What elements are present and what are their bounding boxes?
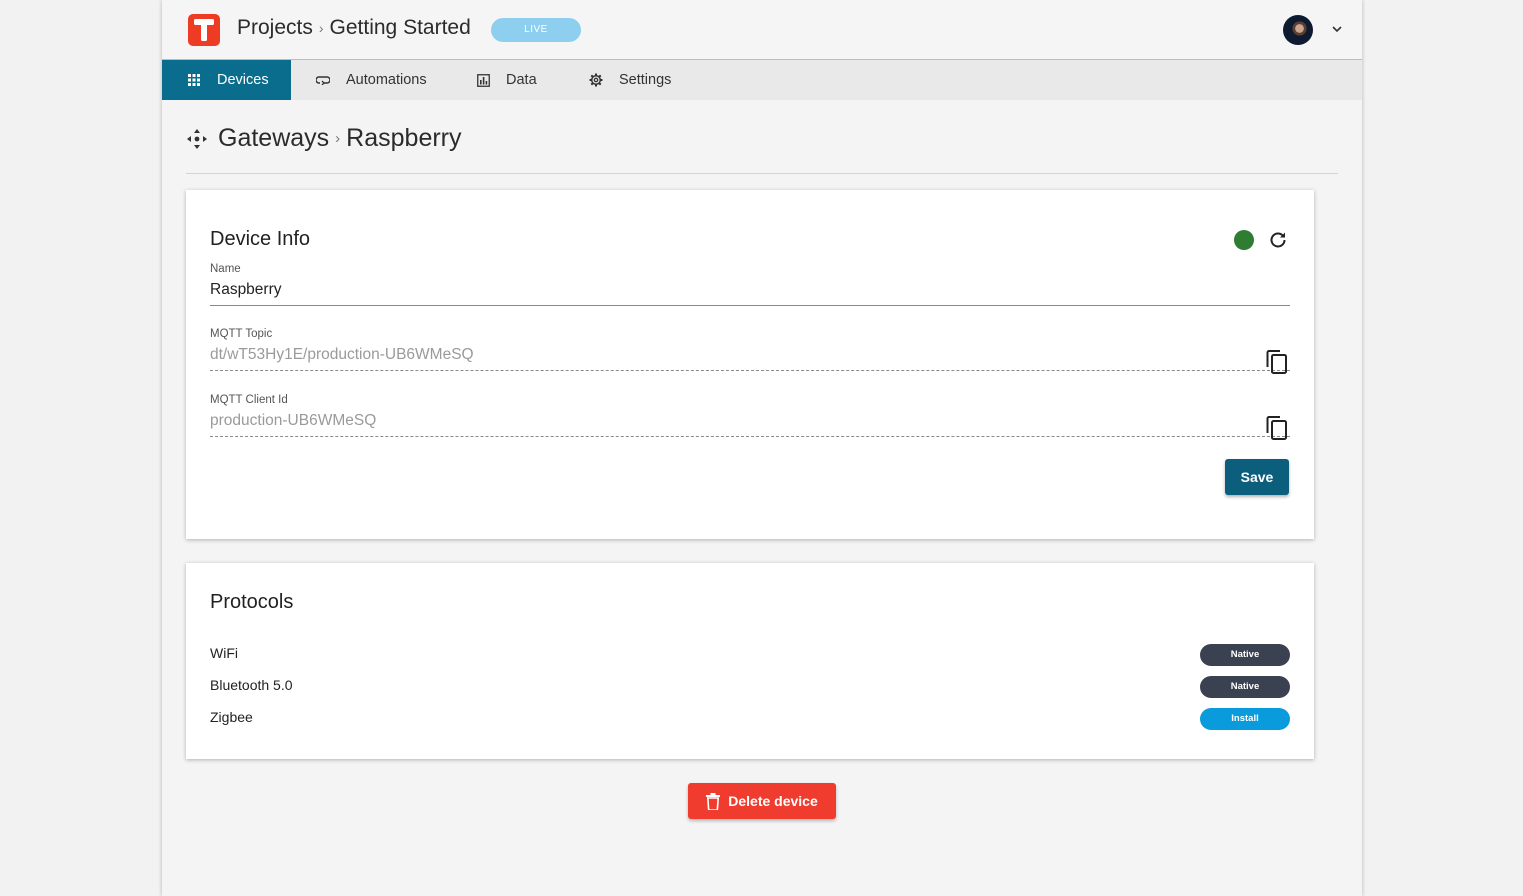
move-arrows-icon: [187, 128, 207, 149]
tab-automations-label: Automations: [346, 72, 427, 88]
bar-chart-icon: [476, 73, 490, 87]
protocol-row-wifi: WiFi Native: [210, 643, 1290, 667]
tab-data[interactable]: Data: [451, 60, 564, 100]
mqtt-topic-field: MQTT Topic dt/wT53Hy1E/production-UB6WMe…: [210, 328, 1290, 374]
tab-data-label: Data: [506, 72, 537, 88]
tab-settings-label: Settings: [619, 72, 672, 88]
breadcrumb-projects[interactable]: Projects: [237, 16, 313, 40]
mqtt-client-id-label: MQTT Client Id: [210, 394, 288, 406]
install-button[interactable]: Install: [1200, 708, 1290, 730]
grid-icon: [187, 73, 201, 87]
tab-automations[interactable]: Automations: [291, 60, 451, 100]
tab-devices-label: Devices: [217, 72, 269, 88]
main-nav: Devices Automations Data Settings: [162, 60, 1362, 100]
gear-icon: [589, 73, 603, 87]
protocols-card: Protocols WiFi Native Bluetooth 5.0 Nati…: [186, 563, 1314, 759]
online-status-indicator: [1234, 230, 1254, 250]
device-info-card: Device Info Name Raspberry MQTT Topic dt…: [186, 190, 1314, 539]
tab-settings[interactable]: Settings: [564, 60, 694, 100]
name-input[interactable]: Raspberry: [210, 281, 1290, 306]
protocol-name: Zigbee: [210, 709, 253, 725]
device-info-title: Device Info: [210, 228, 311, 250]
breadcrumb-project-name[interactable]: Getting Started: [330, 16, 471, 40]
native-badge[interactable]: Native: [1200, 676, 1290, 698]
protocol-row-bluetooth: Bluetooth 5.0 Native: [210, 675, 1290, 699]
user-avatar[interactable]: [1283, 15, 1313, 45]
refresh-icon[interactable]: [1268, 230, 1288, 250]
breadcrumb-device-name: Raspberry: [346, 124, 462, 152]
trash-icon: [706, 792, 721, 810]
title-divider: [186, 173, 1338, 174]
delete-device-button[interactable]: Delete device: [688, 783, 836, 819]
page-title: Gateways › Raspberry: [186, 124, 462, 153]
protocols-title: Protocols: [210, 591, 294, 613]
copy-icon[interactable]: [1266, 350, 1288, 374]
protocol-name: Bluetooth 5.0: [210, 677, 293, 693]
copy-icon[interactable]: [1266, 416, 1288, 440]
mqtt-topic-value: dt/wT53Hy1E/production-UB6WMeSQ: [210, 346, 1290, 371]
breadcrumb-separator: ›: [335, 130, 341, 147]
top-header: Projects › Getting Started LIVE: [162, 0, 1362, 60]
protocol-row-zigbee: Zigbee Install: [210, 707, 1290, 731]
app-window: Projects › Getting Started LIVE Devices: [162, 0, 1362, 896]
breadcrumb-separator: ›: [318, 20, 324, 36]
brand-logo-icon[interactable]: [188, 14, 220, 46]
mqtt-topic-label: MQTT Topic: [210, 328, 273, 340]
protocol-name: WiFi: [210, 645, 238, 661]
environment-badge[interactable]: LIVE: [491, 18, 581, 42]
mqtt-client-id-field: MQTT Client Id production-UB6WMeSQ: [210, 394, 1290, 440]
delete-device-label: Delete device: [728, 793, 818, 809]
tab-devices[interactable]: Devices: [162, 60, 291, 100]
save-button[interactable]: Save: [1225, 459, 1289, 495]
loop-icon: [316, 73, 330, 87]
mqtt-client-id-value: production-UB6WMeSQ: [210, 412, 1290, 437]
project-breadcrumb: Projects › Getting Started: [237, 16, 471, 40]
name-field[interactable]: Name Raspberry: [210, 263, 1290, 306]
native-badge[interactable]: Native: [1200, 644, 1290, 666]
name-label: Name: [210, 263, 241, 275]
chevron-down-icon[interactable]: [1330, 22, 1344, 36]
breadcrumb-gateways[interactable]: Gateways: [218, 124, 329, 153]
